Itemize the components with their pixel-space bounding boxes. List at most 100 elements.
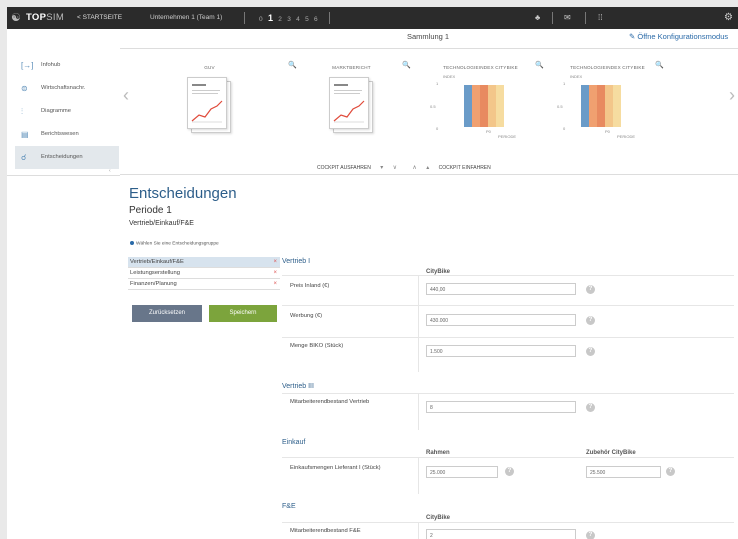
- cockpit-expand-button[interactable]: COCKPIT AUSFAHREN: [317, 165, 371, 171]
- cockpit-card-tech-index[interactable]: TECHNOLOGIEINDEX CITYBIKE INDEX 1 0.5 0 …: [418, 57, 543, 153]
- decision-group-item[interactable]: Vertrieb/Einkauf/F&E ×: [128, 257, 280, 268]
- sidebar-item-news[interactable]: ⊜ Wirtschaftsnachr.: [15, 77, 119, 100]
- rd-staff-input[interactable]: 2: [426, 529, 576, 539]
- selection-hint: Wählen Sie eine Entscheidungsgruppe: [130, 241, 219, 246]
- frame-quantity-input[interactable]: 25.000: [426, 466, 498, 478]
- period-0[interactable]: 0: [259, 16, 263, 23]
- sidebar-item-decisions[interactable]: ☌ Entscheidungen: [15, 146, 119, 169]
- sidebar-collapse-icon[interactable]: ‹: [109, 168, 111, 174]
- form-row: Mitarbeiterendbestand F&E 2 ?: [282, 522, 734, 539]
- sidebar: [→] Infohub ⊜ Wirtschaftsnachr. ⫶ Diagra…: [15, 54, 119, 169]
- stats-icon[interactable]: ⁞⁞: [598, 7, 602, 29]
- help-icon[interactable]: ?: [586, 285, 595, 294]
- network-icon[interactable]: ♣: [535, 7, 540, 29]
- chart-bar: [597, 85, 605, 127]
- chevron-down-icon[interactable]: ∨: [393, 165, 397, 171]
- mail-icon[interactable]: ✉: [564, 7, 571, 29]
- help-icon[interactable]: ?: [586, 531, 595, 539]
- period-5[interactable]: 5: [305, 16, 309, 23]
- arrow-up-icon[interactable]: ▴: [426, 165, 429, 171]
- cockpit-card-guv[interactable]: GUV: [147, 57, 272, 153]
- start-page-link[interactable]: < STARTSEITE: [77, 7, 122, 29]
- sidebar-item-label: Berichtswesen: [41, 131, 79, 137]
- form-section-title: Vertrieb I: [282, 258, 311, 265]
- cockpit-card-tech-index-2[interactable]: TECHNOLOGIEINDEX CITYBIKE INDEX 1 0.5 0 …: [545, 57, 670, 153]
- chart-bar: [472, 85, 480, 127]
- zoom-icon[interactable]: 🔍: [655, 61, 664, 69]
- card-title: TECHNOLOGIEINDEX CITYBIKE: [443, 65, 518, 70]
- form-row: Werbung (€) 430.000 ?: [282, 305, 734, 338]
- gear-icon[interactable]: ⚙: [724, 7, 733, 29]
- quantity-input[interactable]: 1.500: [426, 345, 576, 357]
- divider: [552, 12, 553, 24]
- sidebar-item-charts[interactable]: ⫶ Diagramme: [15, 100, 119, 123]
- section-heading: Vertrieb/Einkauf/F&E: [129, 220, 194, 227]
- zoom-icon[interactable]: 🔍: [535, 61, 544, 69]
- period-6[interactable]: 6: [314, 16, 318, 23]
- field-label: Preis Inland (€): [290, 283, 330, 289]
- card-title: GUV: [204, 65, 215, 70]
- divider: [585, 12, 586, 24]
- help-icon[interactable]: ?: [586, 347, 595, 356]
- sales-staff-input[interactable]: 8: [426, 401, 576, 413]
- period-4[interactable]: 4: [296, 16, 300, 23]
- help-icon[interactable]: ?: [586, 403, 595, 412]
- field-label: Einkaufsmengen Lieferant I (Stück): [290, 465, 381, 471]
- period-1-current[interactable]: 1: [268, 13, 273, 23]
- chart-bar: [496, 85, 504, 127]
- app-logo[interactable]: TOPSIM: [26, 7, 64, 29]
- help-icon[interactable]: ?: [586, 316, 595, 325]
- field-label: Menge BIKO (Stück): [290, 343, 344, 349]
- info-dot-icon: [130, 241, 134, 245]
- zoom-icon[interactable]: 🔍: [402, 61, 411, 69]
- divider: [120, 174, 738, 175]
- chart-bar: [464, 85, 472, 127]
- page-title: Entscheidungen: [129, 185, 237, 202]
- price-input[interactable]: 440,00: [426, 283, 576, 295]
- form-section-title: Einkauf: [282, 439, 306, 446]
- arrow-down-icon[interactable]: ▾: [380, 165, 383, 171]
- y-tick: 0.5: [430, 104, 436, 109]
- accessory-quantity-input[interactable]: 25.500: [586, 466, 661, 478]
- decision-group-item[interactable]: Leistungserstellung ×: [128, 268, 280, 279]
- advertising-input[interactable]: 430.000: [426, 314, 576, 326]
- y-axis-label: INDEX: [443, 74, 456, 79]
- chart-bar: [488, 85, 496, 127]
- tech-index-chart: INDEX 1 0.5 0 P0 PERIODE: [418, 71, 543, 151]
- reset-button[interactable]: Zurücksetzen: [132, 305, 202, 322]
- column-header: CityBike: [426, 515, 451, 521]
- carousel-next-arrow[interactable]: ›: [729, 85, 735, 106]
- remove-icon[interactable]: ×: [273, 279, 277, 289]
- chevron-up-icon[interactable]: ∧: [412, 165, 416, 171]
- field-label: Werbung (€): [290, 313, 323, 319]
- remove-icon[interactable]: ×: [273, 268, 277, 278]
- period-3[interactable]: 3: [287, 16, 291, 23]
- sidebar-item-label: Infohub: [41, 62, 61, 68]
- column-header: Zubehör CityBike: [586, 450, 636, 456]
- period-selector: 0 1 2 3 4 5 6: [259, 7, 321, 29]
- period-2[interactable]: 2: [278, 16, 282, 23]
- divider: [329, 12, 330, 24]
- y-tick: 0: [563, 126, 566, 131]
- news-icon: ⊜: [21, 84, 28, 93]
- card-title: MARKTBERICHT: [332, 65, 371, 70]
- card-title: TECHNOLOGIEINDEX CITYBIKE: [570, 65, 645, 70]
- cockpit-card-market-report[interactable]: MARKTBERICHT: [289, 57, 414, 153]
- app-window: ☯ TOPSIM < STARTSEITE Unternehmen 1 (Tea…: [7, 7, 738, 539]
- field-label: Mitarbeiterendbestand Vertrieb: [290, 399, 370, 405]
- help-icon[interactable]: ?: [505, 467, 514, 476]
- open-config-mode-link[interactable]: ✎ Öffne Konfigurationsmodus: [629, 32, 728, 41]
- cockpit-collapse-button[interactable]: COCKPIT EINFAHREN: [439, 165, 491, 171]
- decision-group-list: Vertrieb/Einkauf/F&E × Leistungserstellu…: [128, 257, 280, 290]
- form-row: Einkaufsmengen Lieferant I (Stück) 25.00…: [282, 457, 734, 494]
- divider: [120, 48, 738, 49]
- decision-group-item[interactable]: Finanzen/Planung ×: [128, 279, 280, 290]
- remove-icon[interactable]: ×: [273, 257, 277, 267]
- sidebar-item-reports[interactable]: ▤ Berichtswesen: [15, 123, 119, 146]
- divider: [7, 175, 120, 176]
- help-icon[interactable]: ?: [666, 467, 675, 476]
- save-button[interactable]: Speichern: [209, 305, 277, 322]
- period-heading: Periode 1: [129, 205, 172, 216]
- sidebar-item-infohub[interactable]: [→] Infohub: [15, 54, 119, 77]
- carousel-prev-arrow[interactable]: ‹: [123, 85, 129, 106]
